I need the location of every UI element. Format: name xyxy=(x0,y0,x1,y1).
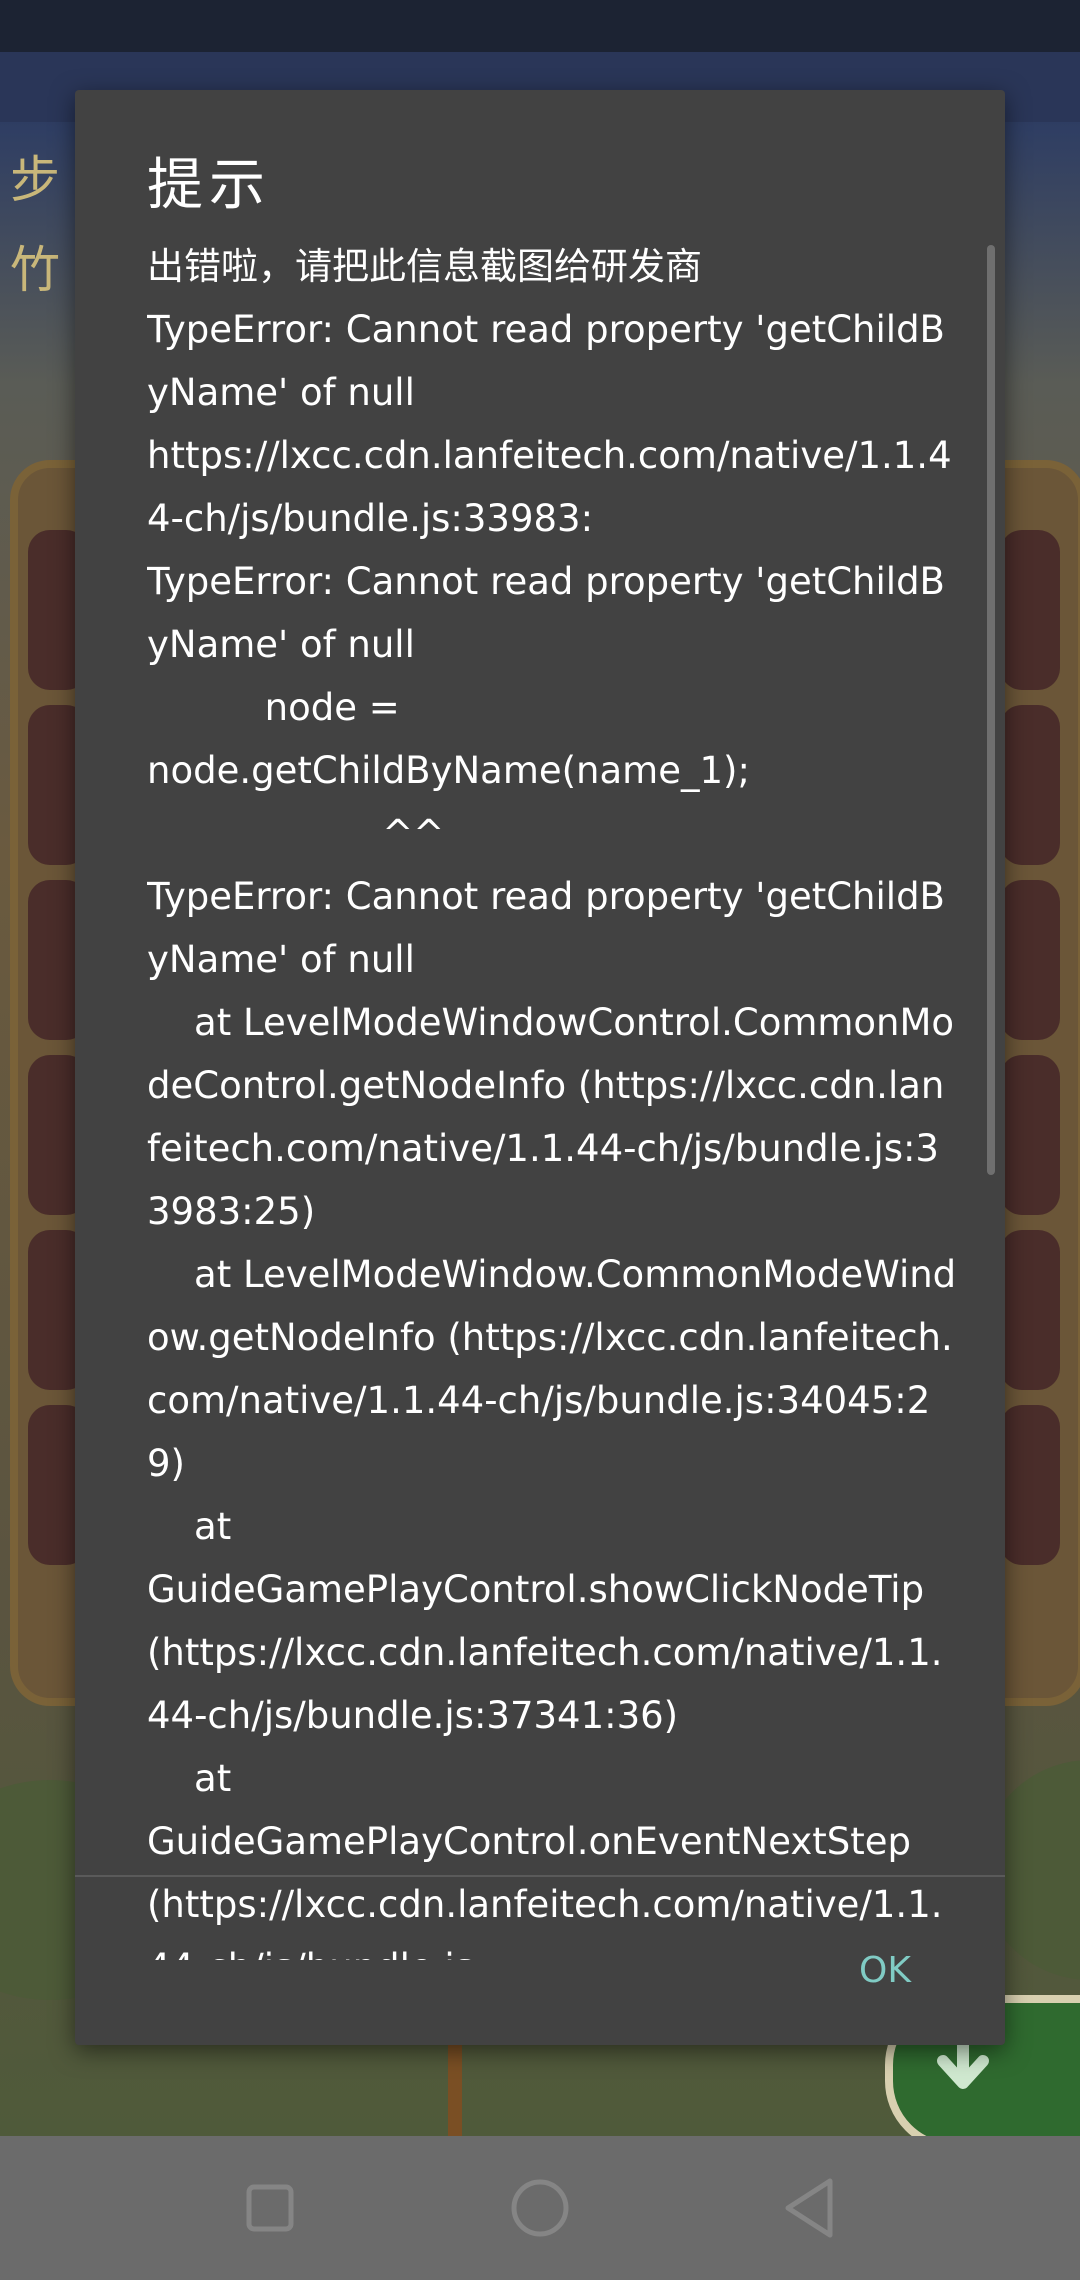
back-button[interactable] xyxy=(755,2162,865,2254)
recents-button[interactable] xyxy=(215,2162,325,2254)
dialog-scrollbar[interactable] xyxy=(987,245,995,1175)
level-slot xyxy=(1000,880,1060,1040)
home-button[interactable] xyxy=(485,2162,595,2254)
status-bar xyxy=(0,0,1080,52)
dialog-divider xyxy=(75,1875,1005,1877)
dialog-scroll-area[interactable]: 出错啦，请把此信息截图给研发商 TypeError: Cannot read p… xyxy=(147,235,957,1960)
dialog-title: 提示 xyxy=(147,153,271,218)
ok-button[interactable]: OK xyxy=(830,1930,940,2010)
error-message: 出错啦，请把此信息截图给研发商 TypeError: Cannot read p… xyxy=(147,245,957,1960)
side-label-2: 竹 xyxy=(10,241,60,299)
level-slot xyxy=(1000,705,1060,865)
side-label-1: 步 xyxy=(10,151,60,209)
level-slot xyxy=(1000,1405,1060,1565)
circle-home-icon xyxy=(511,2179,569,2237)
navigation-bar xyxy=(0,2136,1080,2280)
level-slot xyxy=(1000,1230,1060,1390)
square-recents-icon xyxy=(246,2184,294,2232)
level-slot xyxy=(1000,1055,1060,1215)
triangle-back-icon xyxy=(785,2178,833,2238)
level-slot xyxy=(1000,530,1060,690)
signpost-pole xyxy=(448,2040,462,2136)
error-dialog: 提示 出错啦，请把此信息截图给研发商 TypeError: Cannot rea… xyxy=(75,90,1005,2045)
